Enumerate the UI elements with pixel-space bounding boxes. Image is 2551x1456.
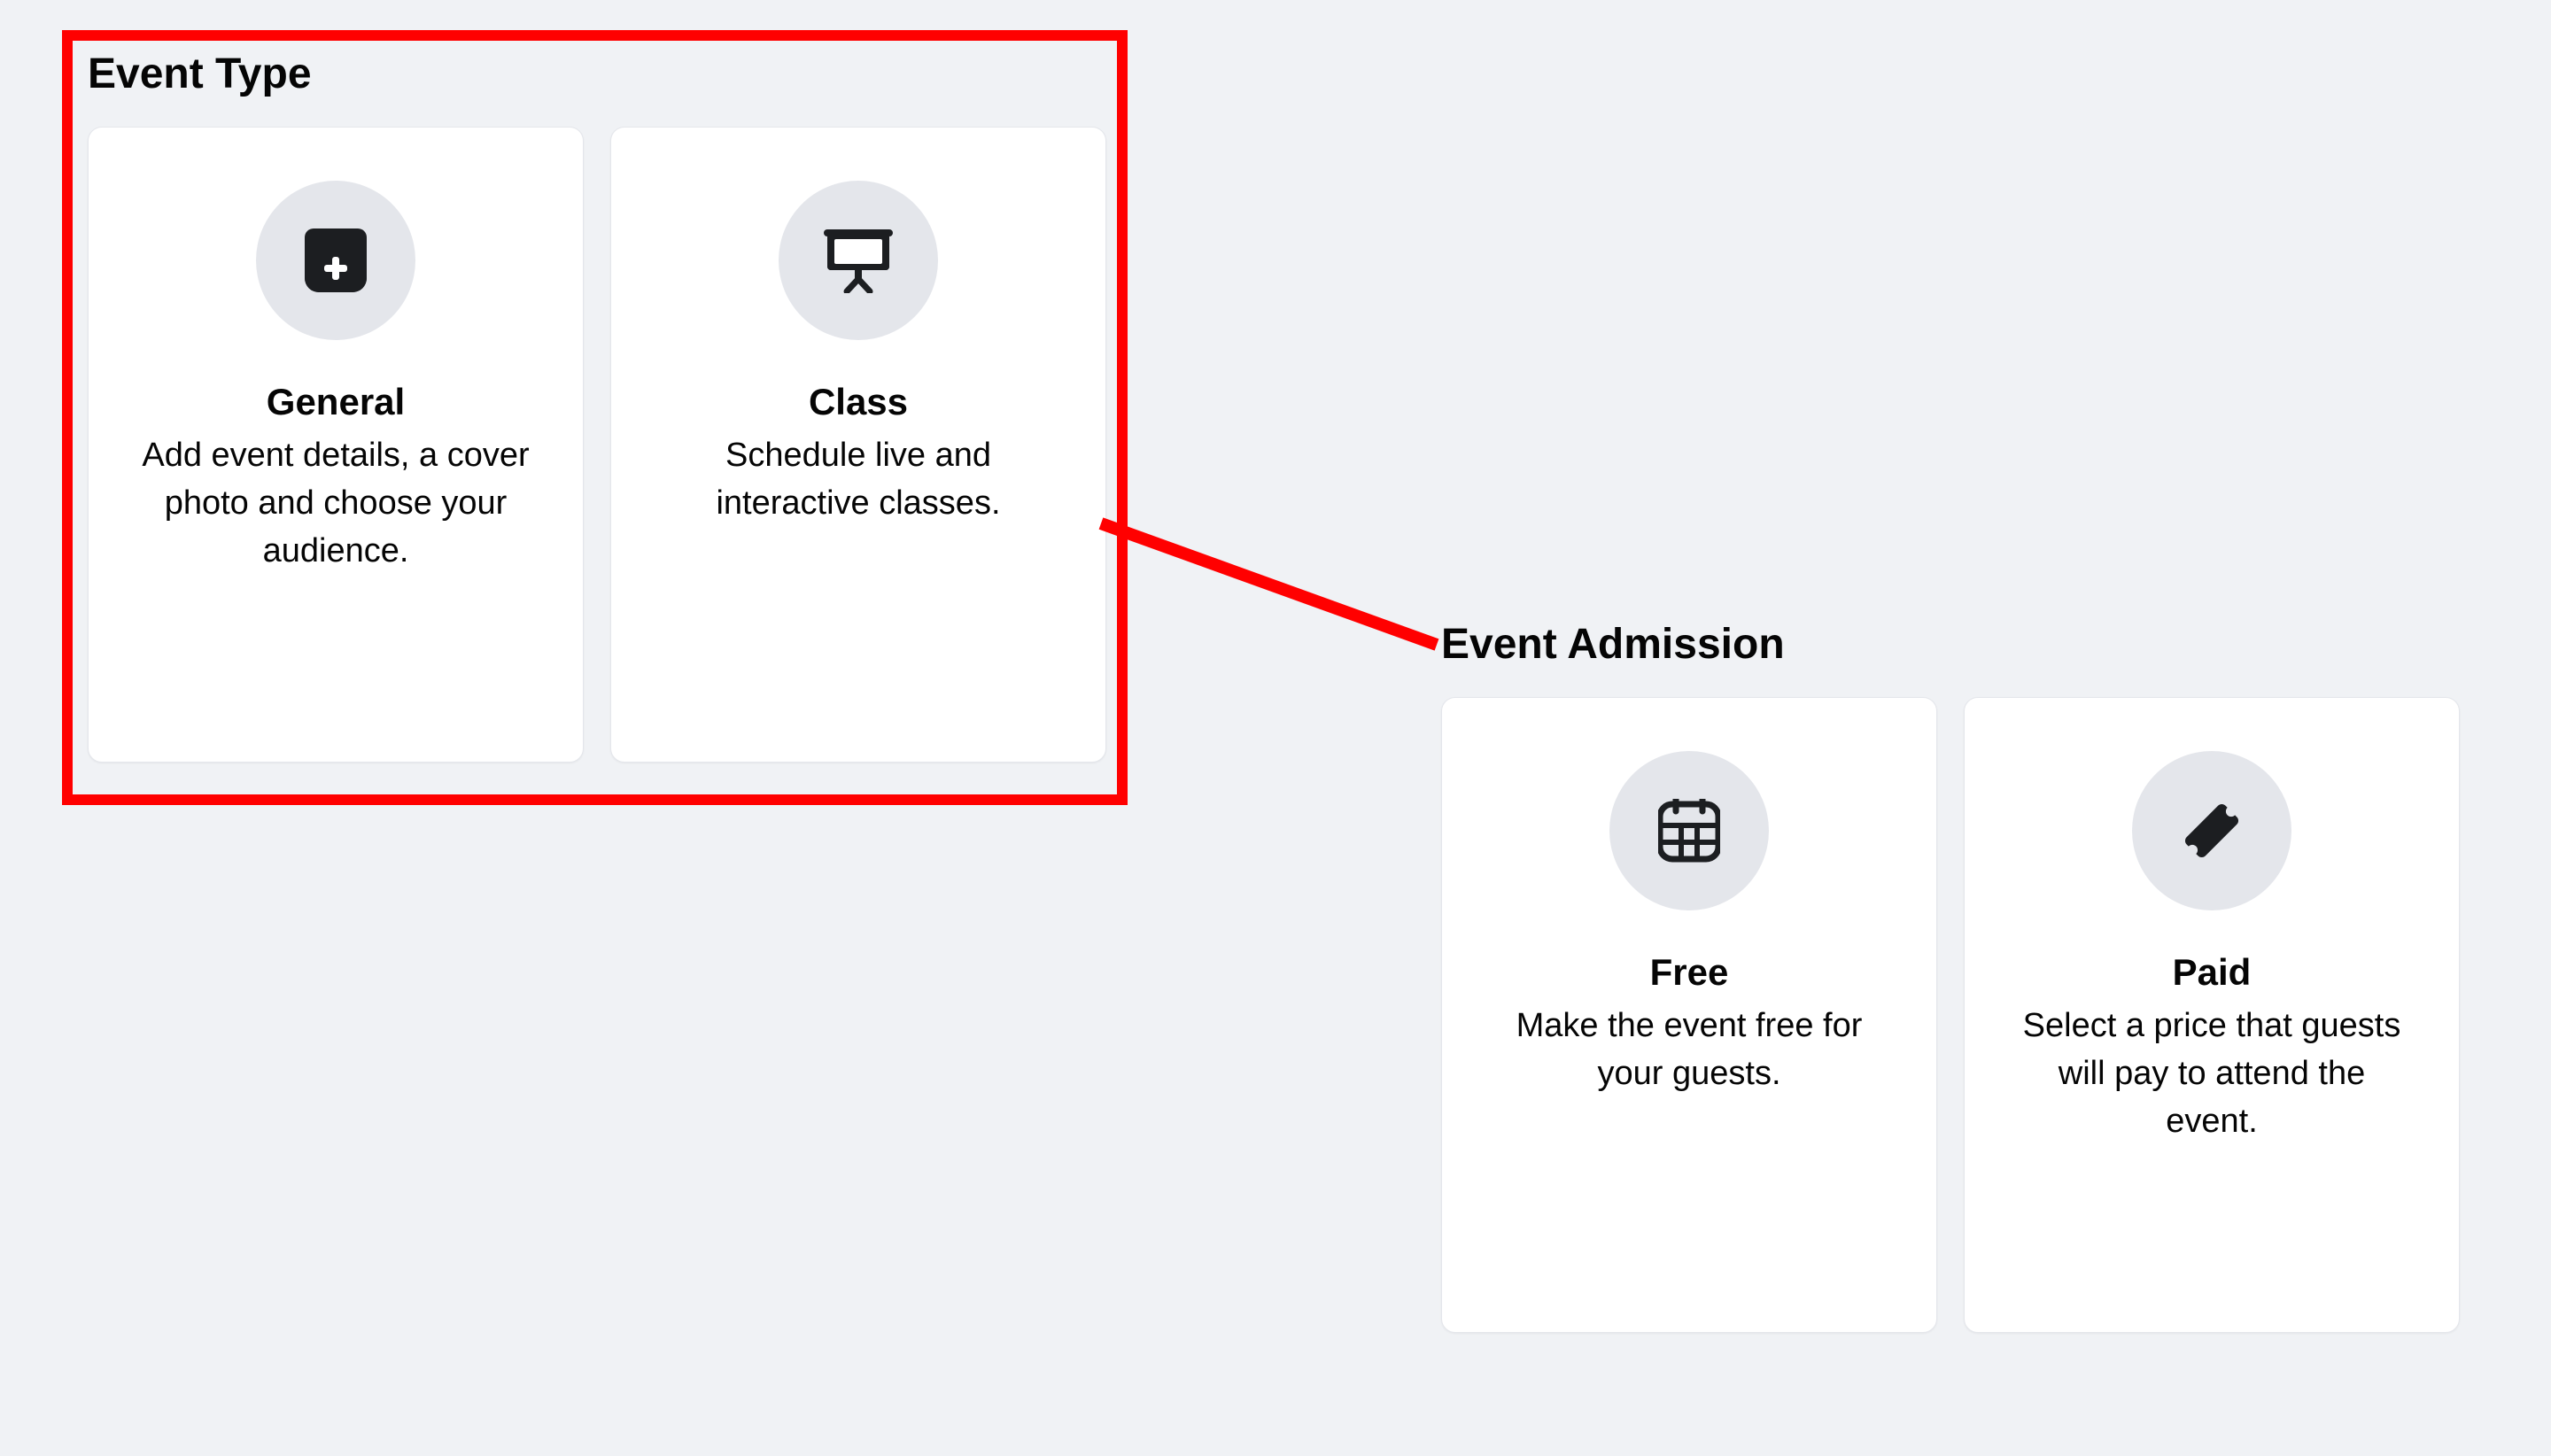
card-description: Add event details, a cover photo and cho…	[132, 432, 539, 576]
event-admission-section: Event Admission Free Make the eve	[1441, 619, 2460, 1333]
event-admission-card-paid[interactable]: Paid Select a price that guests will pay…	[1964, 697, 2460, 1333]
event-admission-cards: Free Make the event free for your guests…	[1441, 697, 2460, 1333]
card-description: Select a price that guests will pay to a…	[2008, 1003, 2415, 1146]
event-admission-card-free[interactable]: Free Make the event free for your guests…	[1441, 697, 1937, 1333]
card-description: Make the event free for your guests.	[1485, 1003, 1893, 1098]
ticket-icon	[2132, 751, 2291, 910]
card-description: Schedule live and interactive classes.	[655, 432, 1062, 528]
event-type-cards: General Add event details, a cover photo…	[88, 127, 1106, 763]
card-title: General	[267, 381, 405, 423]
card-title: Free	[1650, 951, 1729, 994]
calendar-grid-icon	[1609, 751, 1769, 910]
presentation-screen-icon	[779, 181, 938, 340]
event-type-section: Event Type	[88, 49, 1106, 763]
event-admission-title: Event Admission	[1441, 619, 2460, 670]
card-title: Class	[809, 381, 908, 423]
card-title: Paid	[2173, 951, 2252, 994]
calendar-add-icon	[256, 181, 415, 340]
event-type-card-class[interactable]: Class Schedule live and interactive clas…	[610, 127, 1106, 763]
event-type-card-general[interactable]: General Add event details, a cover photo…	[88, 127, 584, 763]
event-type-title: Event Type	[88, 49, 1106, 100]
